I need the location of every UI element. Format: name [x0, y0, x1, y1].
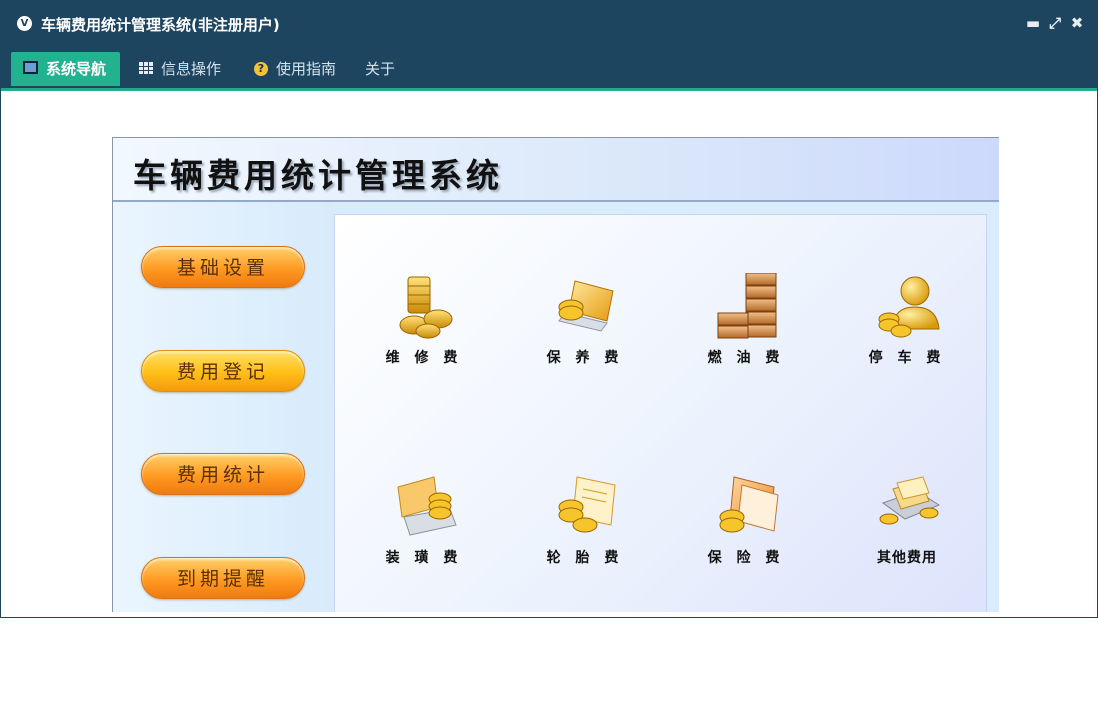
fee-grid: 维 修 费 保 养 费 燃 油 费 停 车 费 装 璜 费 轮 胎 费 保 险 … — [334, 214, 987, 612]
window-title: 车辆费用统计管理系统(非注册用户) — [41, 16, 280, 34]
tab-label: 信息操作 — [161, 60, 222, 78]
tab-info-operation[interactable]: 信息操作 — [139, 52, 221, 86]
laptop-coins-icon — [558, 280, 614, 332]
cash-tray-icon — [879, 476, 941, 525]
close-icon[interactable]: ✖ — [1069, 13, 1085, 33]
folder-coins-icon — [719, 476, 779, 533]
tab-label: 系统导航 — [46, 60, 107, 78]
app-logo-icon: V — [17, 16, 32, 31]
tab-label: 使用指南 — [276, 60, 337, 78]
expiry-reminder-button[interactable]: 到期提醒 — [141, 557, 305, 599]
other-fee-item[interactable]: 其他费用 — [847, 473, 967, 583]
tire-fee-item[interactable]: 轮 胎 费 — [525, 473, 645, 583]
restore-icon[interactable]: ⤢ — [1047, 13, 1063, 33]
basic-settings-button[interactable]: 基础设置 — [141, 246, 305, 288]
grid-icon — [139, 61, 153, 74]
document-coins-icon — [558, 476, 616, 533]
fee-label: 装 璜 费 — [385, 550, 463, 566]
fee-label: 轮 胎 费 — [546, 550, 624, 566]
banner: 车辆费用统计管理系统 — [113, 138, 999, 202]
fee-label: 保 险 费 — [707, 550, 785, 566]
bar-stack-icon — [717, 273, 777, 339]
repair-fee-item[interactable]: 维 修 费 — [364, 273, 484, 383]
card-coins-icon — [397, 476, 457, 536]
insurance-fee-item[interactable]: 保 险 费 — [686, 473, 806, 583]
app-window: V 车辆费用统计管理系统(非注册用户) ▬ ⤢ ✖ 系统导航 信息操作 ? 使用指… — [0, 0, 1098, 618]
maintenance-fee-item[interactable]: 保 养 费 — [525, 273, 645, 383]
coin-stack-icon — [399, 276, 453, 339]
expense-statistics-button[interactable]: 费用统计 — [141, 453, 305, 495]
tab-about[interactable]: 关于 — [365, 52, 395, 86]
tab-system-navigation[interactable]: 系统导航 — [11, 52, 120, 86]
expense-register-button[interactable]: 费用登记 — [141, 350, 305, 392]
function-sidebar: 基础设置 费用登记 费用统计 到期提醒 — [113, 202, 333, 612]
person-coins-icon — [878, 276, 940, 338]
fee-label: 保 养 费 — [546, 350, 624, 366]
decoration-fee-item[interactable]: 装 璜 费 — [364, 473, 484, 583]
title-bar[interactable]: V 车辆费用统计管理系统(非注册用户) ▬ ⤢ ✖ — [1, 1, 1097, 46]
minimize-icon[interactable]: ▬ — [1025, 13, 1041, 33]
navigation-panel: 车辆费用统计管理系统 基础设置 费用登记 费用统计 到期提醒 维 修 费 保 养… — [112, 137, 999, 612]
fee-label: 燃 油 费 — [707, 350, 785, 366]
fuel-fee-item[interactable]: 燃 油 费 — [686, 273, 806, 383]
help-icon: ? — [254, 61, 268, 76]
banner-title: 车辆费用统计管理系统 — [133, 156, 503, 195]
navigation-icon — [23, 61, 38, 74]
fee-label: 维 修 费 — [385, 350, 463, 366]
tab-user-guide[interactable]: ? 使用指南 — [254, 52, 336, 86]
tab-label: 关于 — [365, 60, 396, 78]
parking-fee-item[interactable]: 停 车 费 — [847, 273, 967, 383]
fee-label: 停 车 费 — [868, 350, 946, 366]
fee-label: 其他费用 — [877, 550, 937, 566]
menu-bar: 系统导航 信息操作 ? 使用指南 关于 — [1, 46, 1097, 91]
